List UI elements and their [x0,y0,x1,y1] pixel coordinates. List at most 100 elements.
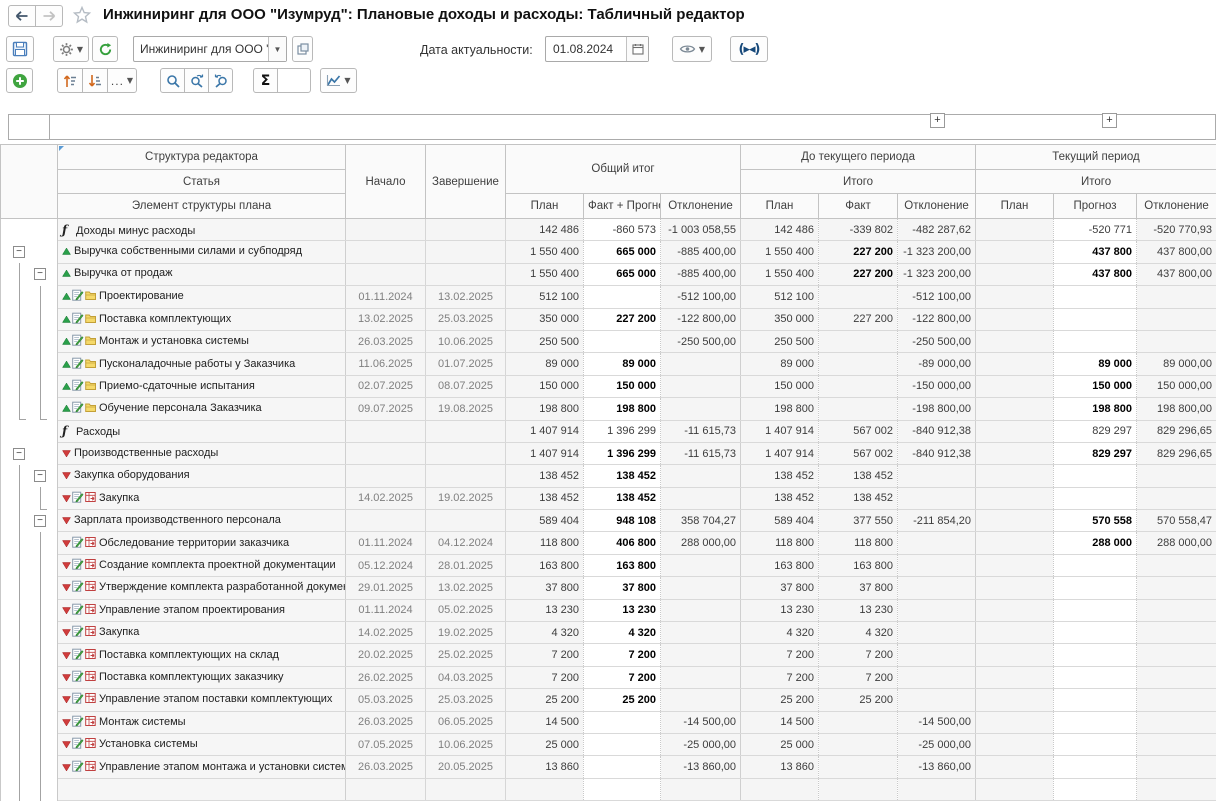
cell-plan-total[interactable]: 1 550 400 [506,241,584,263]
cell-deviation-total[interactable] [661,353,741,375]
cell-start-date[interactable] [346,420,426,442]
cell-plan-current[interactable] [976,465,1054,487]
cell-forecast-current[interactable]: 829 297 [1054,420,1137,442]
cell-deviation-before[interactable] [898,532,976,554]
cell-deviation-total[interactable]: -885 400,00 [661,241,741,263]
row-label-cell[interactable]: Монтаж и установка системы [58,330,346,352]
cell-fact-forecast[interactable]: 4 320 [584,622,661,644]
cell-plan-current[interactable] [976,689,1054,711]
cell-fact-before[interactable] [819,778,898,800]
cell-deviation-current[interactable] [1137,599,1216,621]
cell-plan-total[interactable] [506,778,584,800]
calendar-button[interactable] [626,37,648,61]
row-label-cell[interactable]: Создание комплекта проектной документаци… [58,554,346,576]
cell-end-date[interactable] [426,510,506,532]
cell-end-date[interactable]: 01.07.2025 [426,353,506,375]
cell-fact-forecast[interactable]: 1 396 299 [584,442,661,464]
cell-fact-forecast[interactable]: 89 000 [584,353,661,375]
cell-forecast-current[interactable]: 288 000 [1054,532,1137,554]
cell-plan-total[interactable]: 1 407 914 [506,420,584,442]
cell-end-date[interactable]: 25.02.2025 [426,644,506,666]
cell-fact-forecast[interactable] [584,756,661,778]
cell-deviation-before[interactable]: -250 500,00 [898,330,976,352]
cell-plan-before[interactable]: 25 000 [741,733,819,755]
cell-plan-total[interactable]: 89 000 [506,353,584,375]
cell-plan-total[interactable]: 7 200 [506,666,584,688]
cell-plan-before[interactable]: 1 550 400 [741,263,819,285]
cell-deviation-before[interactable]: -211 854,20 [898,510,976,532]
cell-plan-before[interactable]: 150 000 [741,375,819,397]
cell-plan-total[interactable]: 37 800 [506,577,584,599]
cell-fact-forecast[interactable]: 138 452 [584,465,661,487]
cell-forecast-current[interactable] [1054,666,1137,688]
cell-end-date[interactable]: 04.12.2024 [426,532,506,554]
group-collapse-button[interactable]: − [13,448,25,460]
cell-forecast-current[interactable] [1054,487,1137,509]
row-label-cell[interactable]: Зарплата производственного персонала [58,510,346,532]
cell-forecast-current[interactable]: 570 558 [1054,510,1137,532]
cell-end-date[interactable] [426,778,506,800]
open-version-button[interactable] [292,36,313,62]
cell-end-date[interactable] [426,219,506,241]
cell-fact-forecast[interactable]: 138 452 [584,487,661,509]
cell-fact-forecast[interactable]: -860 573 [584,219,661,241]
cell-end-date[interactable]: 10.06.2025 [426,330,506,352]
collapse-periods-button[interactable]: (▸◂) [730,36,768,62]
row-label-cell[interactable]: Утверждение комплекта разработанной доку… [58,577,346,599]
cell-plan-current[interactable] [976,487,1054,509]
cell-end-date[interactable]: 20.05.2025 [426,756,506,778]
cell-deviation-before[interactable]: -89 000,00 [898,353,976,375]
row-label-cell[interactable]: Проектирование [58,286,346,308]
group-collapse-button[interactable]: − [34,515,46,527]
cell-plan-before[interactable]: 198 800 [741,398,819,420]
cell-deviation-before[interactable] [898,622,976,644]
cell-deviation-current[interactable]: 829 296,65 [1137,420,1216,442]
cell-deviation-before[interactable]: -198 800,00 [898,398,976,420]
cell-deviation-current[interactable]: 570 558,47 [1137,510,1216,532]
find-previous-button[interactable] [208,68,233,93]
cell-plan-current[interactable] [976,308,1054,330]
cell-plan-before[interactable]: 138 452 [741,465,819,487]
cell-plan-current[interactable] [976,644,1054,666]
cell-start-date[interactable] [346,465,426,487]
cell-deviation-total[interactable]: -25 000,00 [661,733,741,755]
row-label-cell[interactable]: ƒРасходы [58,420,346,442]
cell-plan-before[interactable]: 250 500 [741,330,819,352]
row-label-cell[interactable]: Приемо-сдаточные испытания [58,375,346,397]
cell-plan-before[interactable]: 142 486 [741,219,819,241]
cell-fact-forecast[interactable]: 665 000 [584,263,661,285]
cell-plan-before[interactable]: 13 860 [741,756,819,778]
group-collapse-button[interactable]: − [13,246,25,258]
cell-plan-current[interactable] [976,622,1054,644]
cell-fact-forecast[interactable]: 163 800 [584,554,661,576]
row-label-cell[interactable]: Управление этапом монтажа и установки си… [58,756,346,778]
row-label-cell[interactable]: Производственные расходы [58,442,346,464]
settings-menu-button[interactable]: ▼ [53,36,89,62]
column-group-expander[interactable]: + [930,113,945,128]
cell-forecast-current[interactable] [1054,756,1137,778]
cell-fact-before[interactable]: 138 452 [819,465,898,487]
cell-deviation-before[interactable]: -122 800,00 [898,308,976,330]
cell-start-date[interactable]: 05.03.2025 [346,689,426,711]
cell-end-date[interactable]: 13.02.2025 [426,577,506,599]
cell-plan-total[interactable]: 14 500 [506,711,584,733]
cell-fact-forecast[interactable]: 1 396 299 [584,420,661,442]
cell-end-date[interactable]: 19.02.2025 [426,622,506,644]
cell-fact-forecast[interactable]: 7 200 [584,644,661,666]
cell-plan-total[interactable]: 1 407 914 [506,442,584,464]
cell-deviation-total[interactable]: -1 003 058,55 [661,219,741,241]
cell-deviation-before[interactable]: -840 912,38 [898,442,976,464]
cell-plan-total[interactable]: 7 200 [506,644,584,666]
row-label-cell[interactable]: Поставка комплектующих заказчику [58,666,346,688]
cell-fact-before[interactable]: 13 230 [819,599,898,621]
cell-plan-current[interactable] [976,398,1054,420]
cell-start-date[interactable]: 05.12.2024 [346,554,426,576]
cell-plan-before[interactable]: 89 000 [741,353,819,375]
cell-plan-before[interactable]: 589 404 [741,510,819,532]
cell-plan-total[interactable]: 118 800 [506,532,584,554]
cell-forecast-current[interactable] [1054,689,1137,711]
cell-forecast-current[interactable] [1054,599,1137,621]
cell-end-date[interactable]: 25.03.2025 [426,308,506,330]
sum-input[interactable] [277,68,311,93]
cell-fact-forecast[interactable]: 665 000 [584,241,661,263]
